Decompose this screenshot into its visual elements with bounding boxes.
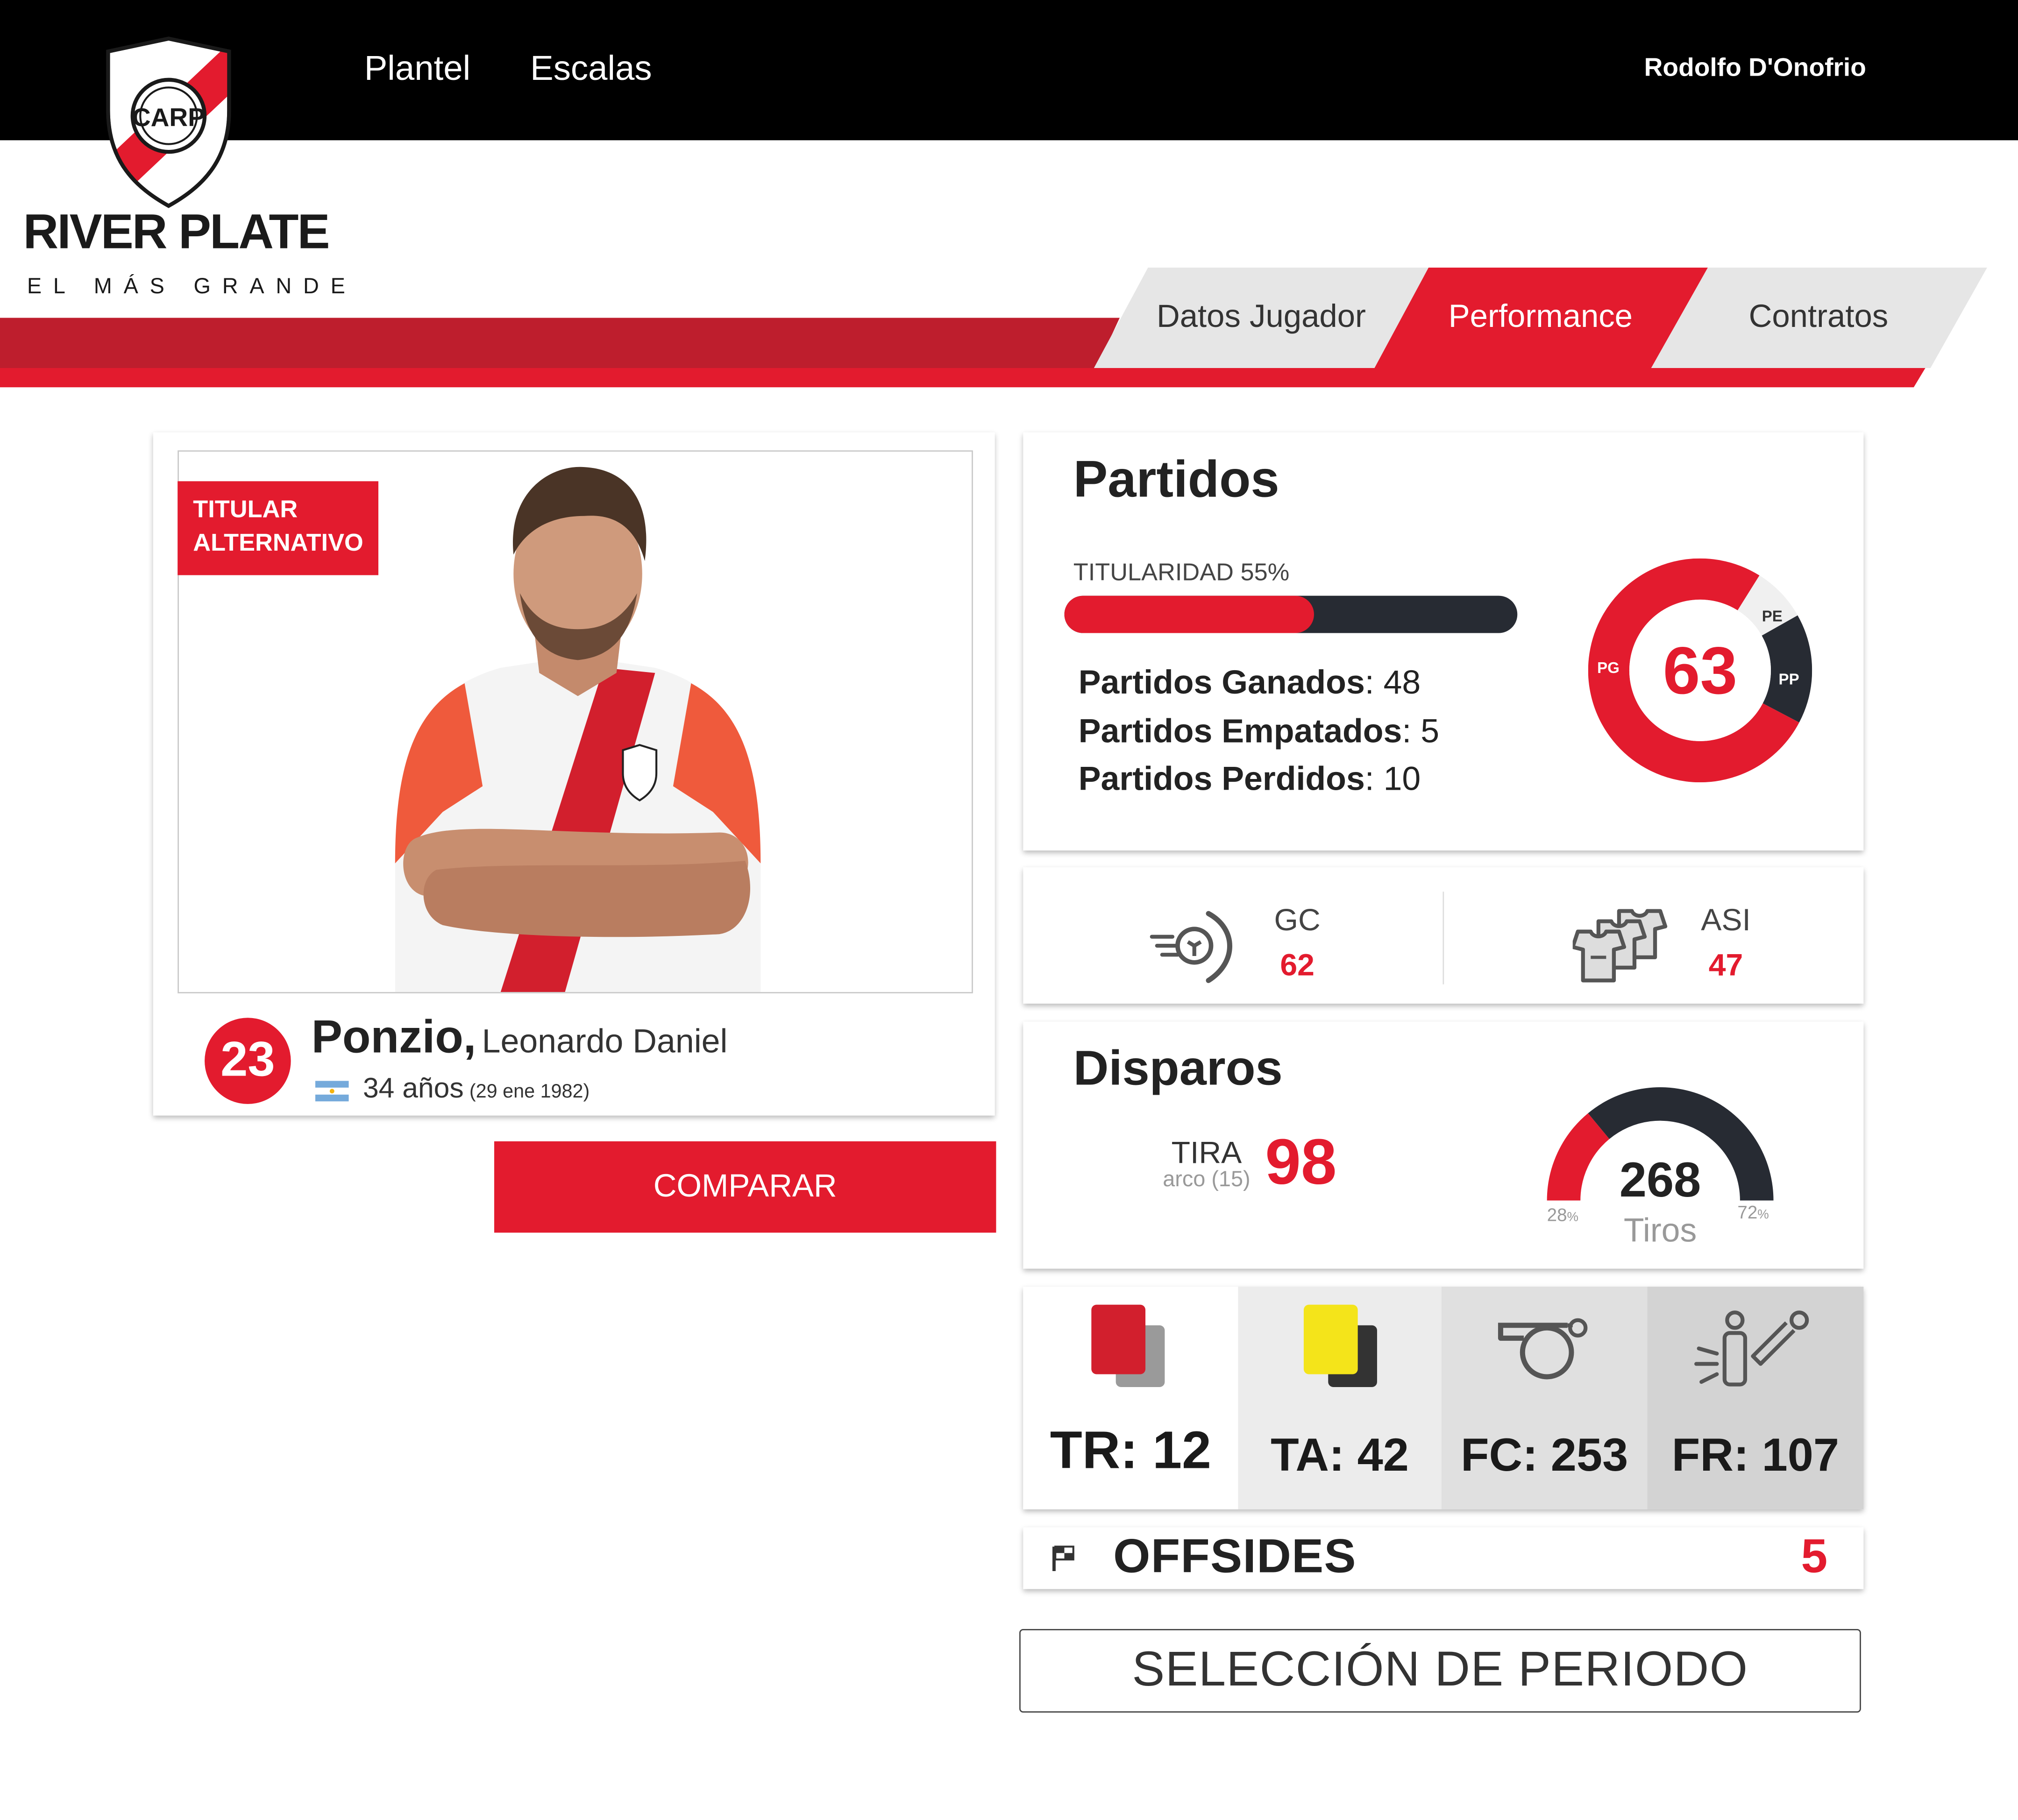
goal-shot-icon — [1149, 906, 1242, 986]
argentina-flag-icon — [315, 1081, 349, 1102]
player-last-name: Ponzio, — [311, 1010, 476, 1063]
player-age-line: 34 años (29 ene 1982) — [363, 1072, 590, 1105]
flag-icon — [1050, 1544, 1076, 1572]
jerseys-icon — [1570, 906, 1668, 986]
shots-right-pct-suffix: % — [1757, 1208, 1769, 1223]
matches-drawn-row: Partidos Empatados: 5 — [1079, 712, 1439, 751]
matches-won-row: Partidos Ganados: 48 — [1079, 663, 1421, 702]
on-target-value: 98 — [1265, 1126, 1337, 1198]
tab-performance[interactable]: Performance — [1412, 298, 1669, 336]
red-card-icon — [1087, 1302, 1170, 1389]
ownership-label: TITULARIDAD 55% — [1073, 559, 1290, 587]
assists-value: 47 — [1708, 948, 1743, 983]
compare-button[interactable]: COMPARAR — [494, 1141, 996, 1233]
ownership-bar-fill — [1064, 595, 1314, 633]
shots-total: 268 — [1619, 1154, 1701, 1209]
shots-total-label: Tiros — [1623, 1211, 1697, 1250]
donut-segment-pp — [1761, 615, 1812, 722]
player-first-names: Leonardo Daniel — [482, 1021, 728, 1061]
foul-received-icon — [1694, 1307, 1812, 1392]
club-crest-icon: CARP — [100, 36, 237, 210]
nav-item-escalas[interactable]: Escalas — [530, 49, 652, 89]
donut-label-pe: PE — [1762, 607, 1783, 625]
goals-label: GC — [1274, 903, 1321, 938]
shots-left-pct: 28% — [1547, 1204, 1578, 1225]
yellow-cards-value: TA: 42 — [1271, 1428, 1409, 1481]
ownership-bar — [1064, 595, 1518, 633]
status-badge-line-1: TITULAR — [193, 496, 298, 524]
on-target-sub: arco (15) — [1163, 1167, 1251, 1192]
offsides-value: 5 — [1801, 1530, 1828, 1583]
donut-total: 63 — [1663, 634, 1738, 709]
nav-item-plantel[interactable]: Plantel — [364, 49, 470, 89]
fouls-committed-value: FC: 253 — [1460, 1428, 1628, 1481]
matches-won-label: Partidos Ganados — [1078, 662, 1365, 701]
red-cards-value: TR: 12 — [1050, 1420, 1211, 1480]
period-select-button[interactable]: SELECCIÓN DE PERIODO — [1019, 1629, 1861, 1713]
player-name: Ponzio, Leonardo Daniel — [312, 1010, 728, 1064]
offsides-label: OFFSIDES — [1113, 1530, 1357, 1583]
donut-label-pp: PP — [1778, 670, 1799, 688]
tab-contratos[interactable]: Contratos — [1690, 298, 1947, 336]
matches-lost-label: Partidos Perdidos — [1078, 759, 1365, 798]
brand-name: RIVER PLATE — [23, 205, 330, 260]
svg-text:CARP: CARP — [132, 103, 205, 132]
matches-lost-row: Partidos Perdidos: 10 — [1079, 759, 1421, 799]
status-badge: TITULAR ALTERNATIVO — [178, 481, 378, 575]
shots-left-pct-value: 28 — [1547, 1204, 1567, 1225]
goals-value: 62 — [1280, 948, 1315, 983]
matches-drawn-value: : 5 — [1402, 711, 1440, 751]
shots-right-pct-value: 72 — [1737, 1202, 1758, 1223]
matches-drawn-label: Partidos Empatados — [1078, 711, 1402, 751]
tab-datos-jugador[interactable]: Datos Jugador — [1132, 298, 1390, 336]
matches-won-value: : 48 — [1364, 662, 1421, 701]
shots-right-pct: 72% — [1737, 1202, 1769, 1222]
whistle-icon — [1493, 1312, 1593, 1384]
divider — [1442, 892, 1444, 984]
shots-title: Disparos — [1073, 1042, 1283, 1097]
player-age: 34 años — [362, 1071, 464, 1104]
matches-lost-value: : 10 — [1364, 759, 1421, 798]
matches-title: Partidos — [1073, 452, 1279, 509]
fouls-received-value: FR: 107 — [1671, 1428, 1840, 1481]
player-birthdate: (29 ene 1982) — [469, 1081, 590, 1103]
status-badge-line-2: ALTERNATIVO — [193, 530, 363, 557]
shots-left-pct-suffix: % — [1567, 1211, 1579, 1225]
assists-label: ASI — [1701, 903, 1751, 938]
donut-label-pg: PG — [1597, 659, 1620, 677]
yellow-card-icon — [1300, 1302, 1382, 1389]
gauge-segment-left — [1547, 1113, 1610, 1201]
player-number: 23 — [205, 1018, 291, 1104]
user-name[interactable]: Rodolfo D'Onofrio — [1583, 54, 1866, 84]
